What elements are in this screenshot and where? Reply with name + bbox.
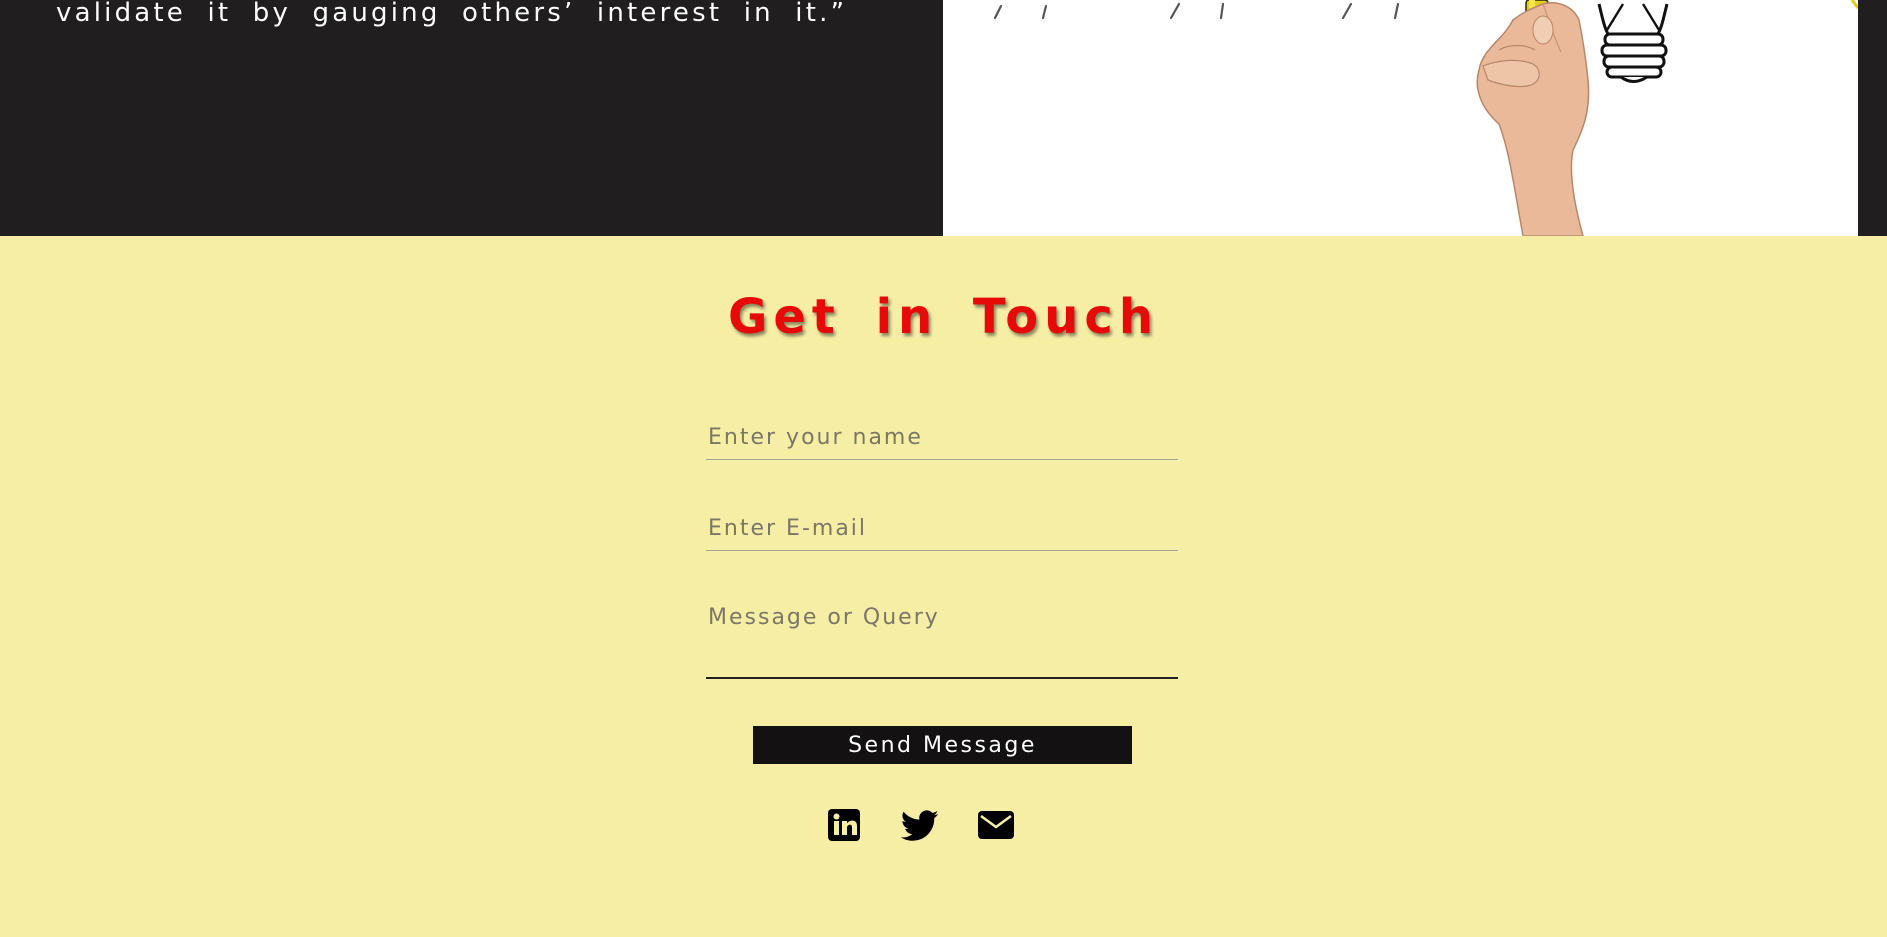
quote-text: validate it by gauging others’ interest … (56, 0, 848, 28)
email-input[interactable] (706, 507, 1178, 551)
envelope-icon (978, 811, 1014, 839)
quote-section: validate it by gauging others’ interest … (0, 0, 1887, 236)
twitter-link[interactable] (901, 810, 941, 850)
page: validate it by gauging others’ interest … (0, 0, 1887, 937)
name-input[interactable] (706, 416, 1178, 460)
message-input[interactable] (706, 598, 1178, 679)
linkedin-link[interactable] (827, 808, 867, 848)
send-message-button[interactable]: Send Message (753, 726, 1132, 764)
social-links (0, 806, 1887, 846)
linkedin-icon (828, 809, 860, 841)
email-link[interactable] (977, 810, 1017, 850)
twitter-icon (901, 810, 939, 841)
contact-title: Get in Touch (727, 289, 1160, 345)
contact-section: Get in Touch Send Message (0, 236, 1887, 937)
idea-lightbulb-image (943, 0, 1858, 236)
